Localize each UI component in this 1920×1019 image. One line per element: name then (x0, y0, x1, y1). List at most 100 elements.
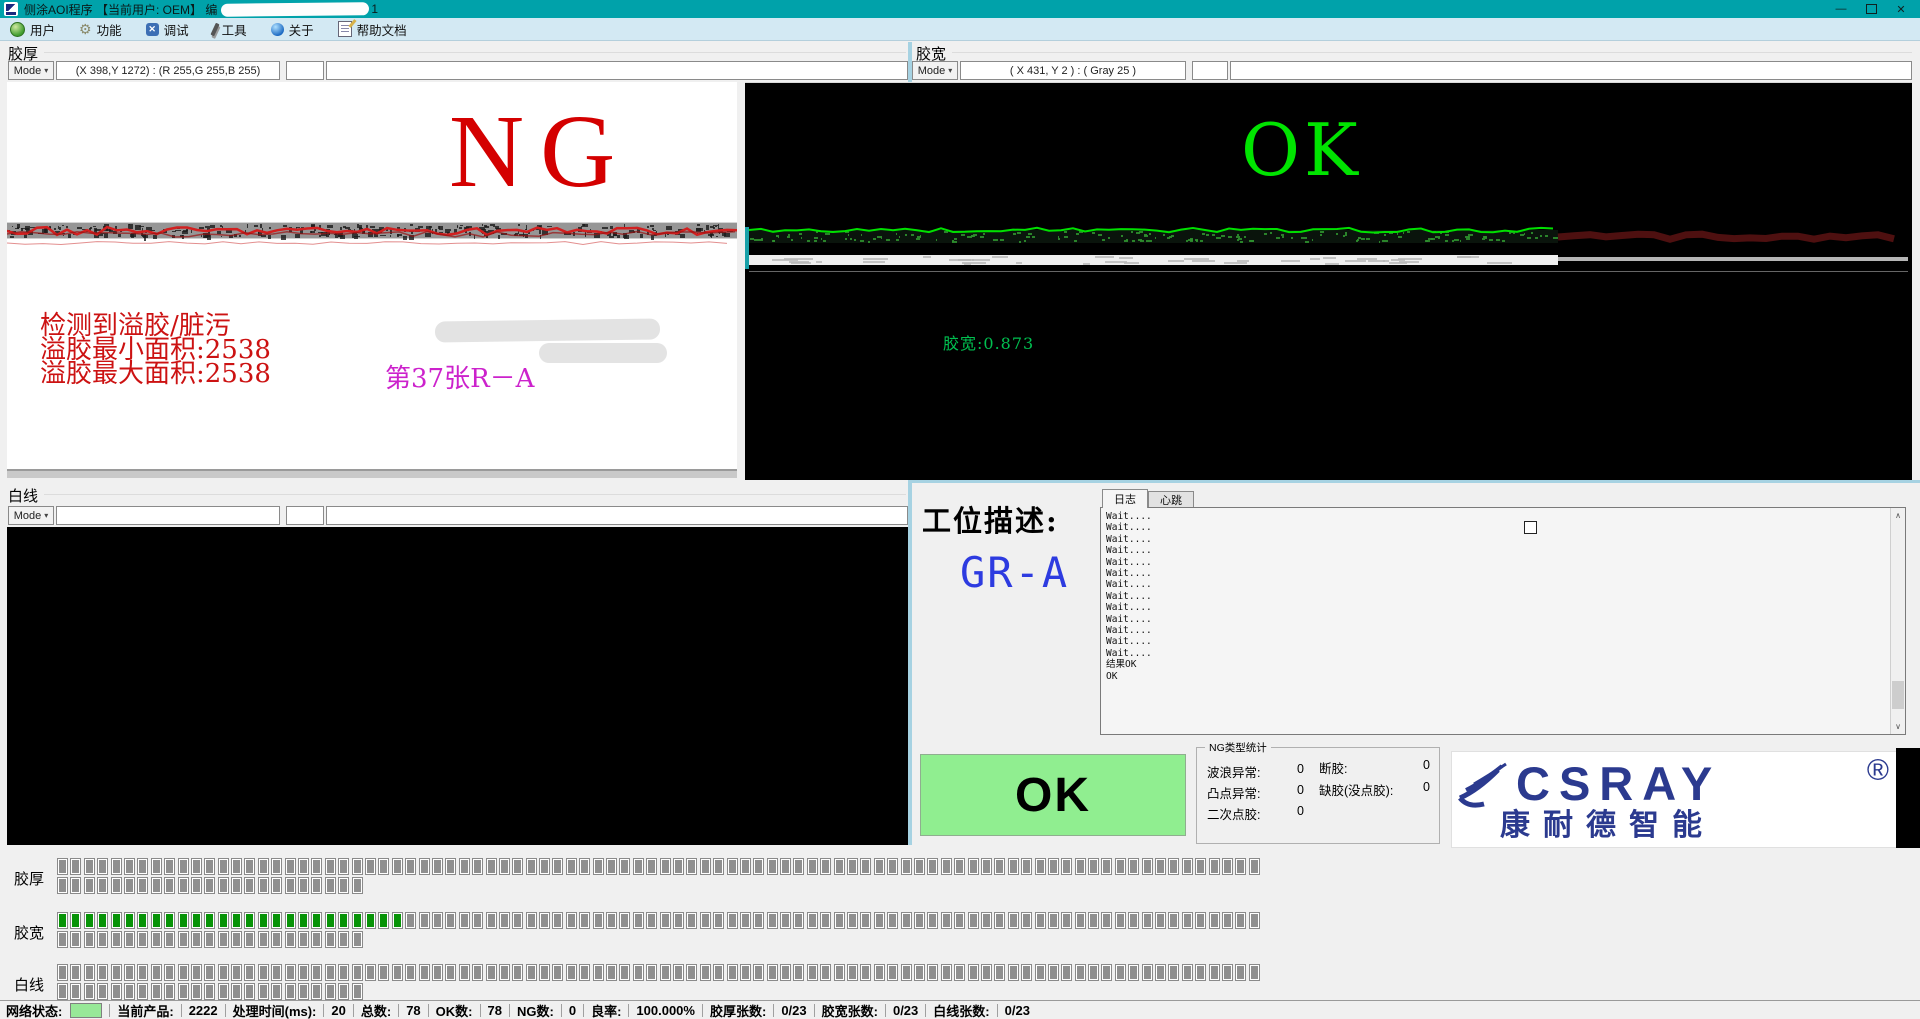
indicator-cell (499, 964, 510, 981)
window-title-suffix: 1 (371, 2, 378, 16)
stat-value: 0 (1297, 762, 1304, 776)
indicator-cell (244, 877, 255, 894)
indicator-cell (405, 964, 416, 981)
indicator-cell (1008, 964, 1019, 981)
indicator-cell (1182, 912, 1193, 929)
scrollbar-track[interactable] (1891, 523, 1905, 719)
mode-dropdown[interactable]: Mode▾ (8, 61, 54, 80)
indicator-cell (285, 877, 296, 894)
close-button[interactable]: ✕ (1886, 0, 1916, 18)
chevron-down-icon: ▾ (948, 66, 952, 75)
indicator-cell (834, 858, 845, 875)
image-top-line (745, 82, 1912, 83)
indicator-cell (767, 964, 778, 981)
indicator-cell (1155, 858, 1166, 875)
indicator-cell (137, 964, 148, 981)
indicator-cell (352, 931, 363, 948)
indicator-cell (552, 912, 563, 929)
indicator-cell (780, 912, 791, 929)
chevron-down-icon: ▾ (44, 511, 48, 520)
indicator-cell (151, 964, 162, 981)
indicator-cell (901, 964, 912, 981)
maximize-button[interactable] (1856, 0, 1886, 18)
glue-strip-image (745, 223, 1912, 275)
indicator-cell (392, 858, 403, 875)
status-label: 胶厚张数: (710, 1001, 766, 1019)
indicator-cell (968, 858, 979, 875)
indicator-row (57, 983, 363, 1000)
indicator-cell (191, 877, 202, 894)
indicator-cell (405, 858, 416, 875)
indicator-cell (84, 931, 95, 948)
indicator-cell (419, 858, 430, 875)
indicator-label-glue-thickness: 胶厚 (14, 868, 44, 889)
indicator-cell (218, 983, 229, 1000)
menu-item-about[interactable]: 关于 (261, 18, 328, 40)
scroll-down-icon[interactable]: ∨ (1891, 719, 1905, 734)
chevron-down-icon: ▾ (44, 66, 48, 75)
indicator-cell (244, 931, 255, 948)
indicator-cell (1021, 858, 1032, 875)
menu-item-debug[interactable]: ✕调试 (136, 18, 203, 40)
indicator-cell (258, 964, 269, 981)
indicator-cell (191, 964, 202, 981)
indicator-cell (1088, 964, 1099, 981)
menu-item-help-doc[interactable]: 帮助文档 (328, 18, 421, 40)
indicator-cell (325, 858, 336, 875)
indicator-cell (178, 983, 189, 1000)
indicator-cell (606, 858, 617, 875)
indicator-cell (780, 964, 791, 981)
indicator-cell (700, 858, 711, 875)
indicator-cell (151, 912, 162, 929)
indicator-cell (1101, 912, 1112, 929)
help-doc-icon (338, 21, 352, 37)
minimize-button[interactable]: — (1826, 0, 1856, 18)
indicator-cell (767, 858, 778, 875)
indicator-cell (231, 877, 242, 894)
indicator-cell (57, 983, 68, 1000)
indicator-cell (191, 983, 202, 1000)
menu-item-user[interactable]: 用户 (0, 18, 69, 40)
indicator-cell (338, 964, 349, 981)
scrollbar-thumb[interactable] (1892, 681, 1904, 709)
status-label: 良率: (591, 1001, 621, 1019)
indicator-cell (887, 964, 898, 981)
indicator-cell (311, 983, 322, 1000)
tab-log[interactable]: 日志 (1102, 489, 1148, 508)
mode-dropdown[interactable]: Mode▾ (912, 61, 958, 80)
glue-width-measurement: 胶宽:0.873 (943, 330, 1034, 354)
indicator-cell (137, 912, 148, 929)
indicator-cell (994, 964, 1005, 981)
indicator-cell (486, 912, 497, 929)
status-label: 白线张数: (933, 1001, 989, 1019)
menu-item-function[interactable]: ⚙功能 (69, 18, 136, 40)
log-line: Wait.... (1106, 625, 1900, 636)
scroll-up-icon[interactable]: ∧ (1891, 508, 1905, 523)
log-panel[interactable]: Wait....Wait....Wait....Wait....Wait....… (1100, 507, 1906, 735)
stat-label: 断胶: (1319, 758, 1347, 777)
indicator-cell (178, 858, 189, 875)
log-scrollbar[interactable]: ∧ ∨ (1890, 508, 1905, 734)
indicator-cell (164, 912, 175, 929)
indicator-cell (178, 964, 189, 981)
menu-item-tools[interactable]: 工具 (203, 18, 261, 40)
indicator-cell (472, 912, 483, 929)
indicator-cell (325, 877, 336, 894)
indicator-cell (686, 858, 697, 875)
indicator-cell (700, 912, 711, 929)
indicator-cell (378, 858, 389, 875)
indicator-cell (191, 931, 202, 948)
tab-heartbeat[interactable]: 心跳 (1148, 491, 1194, 508)
log-line: Wait.... (1106, 545, 1900, 556)
indicator-cell (472, 964, 483, 981)
result-ok-button[interactable]: OK (920, 754, 1186, 836)
indicator-cell (84, 912, 95, 929)
menu-label: 用户 (30, 20, 55, 39)
mode-dropdown[interactable]: Mode▾ (8, 506, 54, 525)
log-line: Wait.... (1106, 568, 1900, 579)
indicator-cell (1061, 912, 1072, 929)
indicator-cell (124, 964, 135, 981)
indicator-cell (419, 964, 430, 981)
log-checkbox[interactable] (1524, 521, 1537, 534)
indicator-cell (57, 931, 68, 948)
